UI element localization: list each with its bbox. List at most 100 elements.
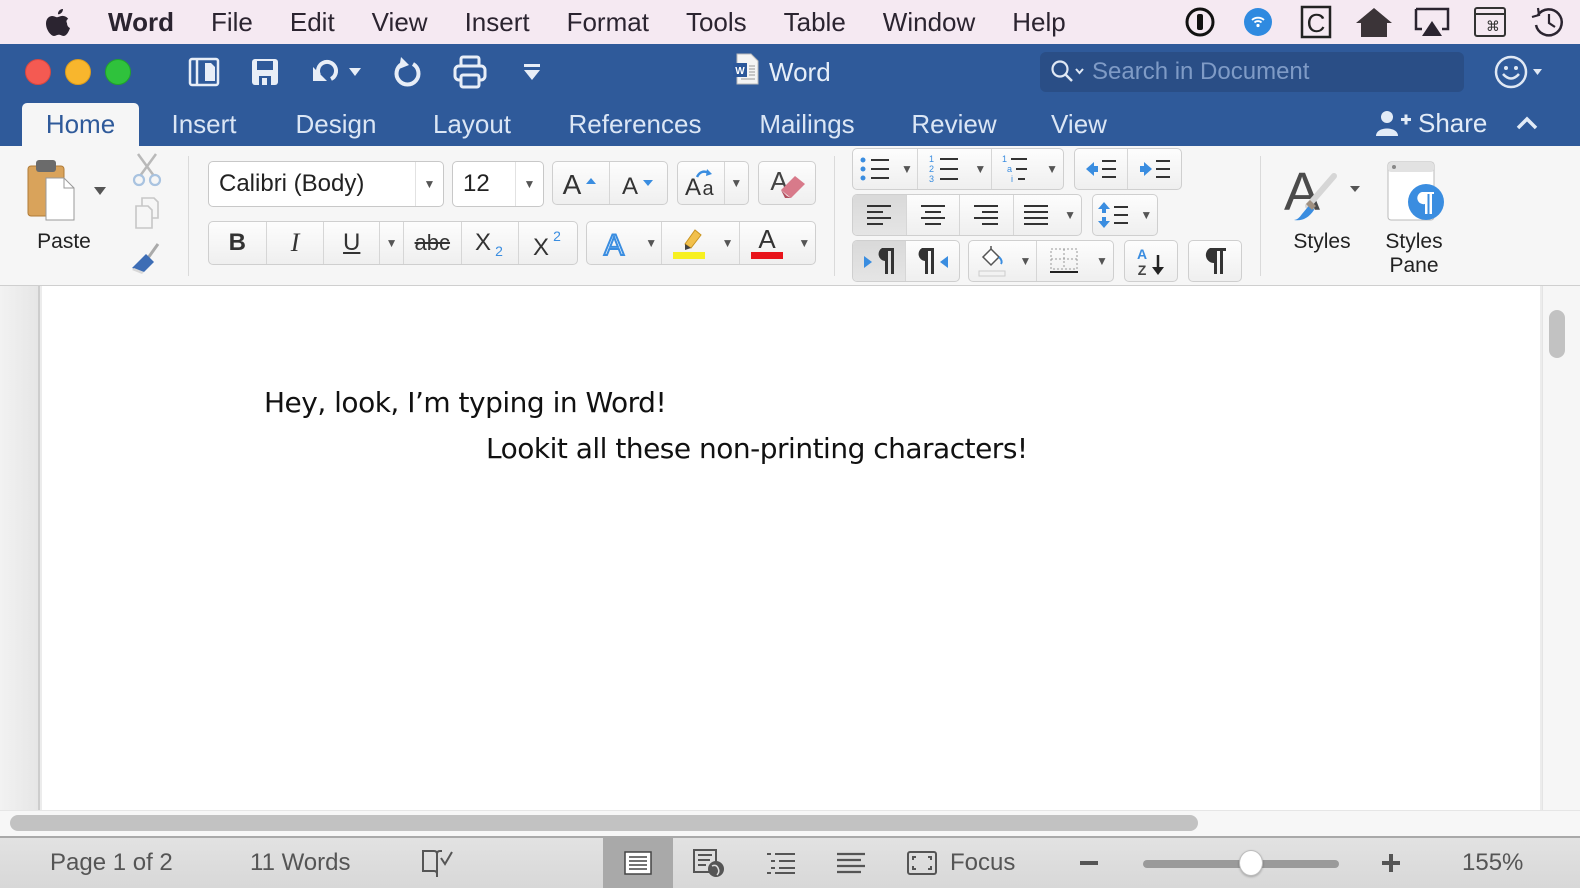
change-case-button[interactable]: Aa ▼ bbox=[677, 161, 749, 205]
bold-button[interactable]: B bbox=[209, 222, 267, 264]
align-left-button[interactable] bbox=[853, 195, 907, 235]
wifi-agent-icon[interactable] bbox=[1238, 5, 1278, 39]
chevron-down-icon[interactable]: ▼ bbox=[415, 162, 443, 206]
bullets-caret-icon[interactable]: ▼ bbox=[897, 149, 919, 189]
paste-button[interactable] bbox=[24, 156, 84, 226]
menu-file[interactable]: File bbox=[211, 7, 253, 38]
share-button[interactable]: Share bbox=[1376, 104, 1487, 142]
tab-insert[interactable]: Insert bbox=[150, 103, 258, 146]
borders-button[interactable] bbox=[1037, 241, 1091, 281]
zoom-out-button[interactable] bbox=[1078, 838, 1100, 888]
highlight-color-button[interactable] bbox=[662, 222, 716, 264]
print-icon[interactable] bbox=[450, 52, 490, 92]
close-window-button[interactable] bbox=[25, 59, 51, 85]
numbering-button[interactable]: 123 bbox=[918, 149, 970, 189]
line-spacing-caret-icon[interactable]: ▼ bbox=[1136, 195, 1157, 235]
borders-caret-icon[interactable]: ▼ bbox=[1091, 241, 1113, 281]
menu-tools[interactable]: Tools bbox=[686, 7, 747, 38]
clear-formatting-eraser-icon[interactable]: A bbox=[759, 162, 815, 204]
tab-mailings[interactable]: Mailings bbox=[742, 103, 872, 146]
redo-icon[interactable] bbox=[388, 52, 428, 92]
time-machine-icon[interactable] bbox=[1528, 5, 1568, 39]
keyboard-shortcuts-icon[interactable]: ⌘ bbox=[1470, 5, 1510, 39]
tab-home[interactable]: Home bbox=[22, 103, 139, 146]
change-case-caret-icon[interactable]: ▼ bbox=[725, 162, 748, 204]
focus-mode-button[interactable]: Focus bbox=[906, 838, 1015, 888]
shading-caret-icon[interactable]: ▼ bbox=[1015, 241, 1037, 281]
zoom-percentage[interactable]: 155% bbox=[1462, 838, 1523, 888]
search-icon[interactable] bbox=[1050, 59, 1092, 85]
cut-scissors-icon[interactable] bbox=[130, 152, 164, 188]
subscript-button[interactable]: X2 bbox=[462, 222, 520, 264]
menu-format[interactable]: Format bbox=[567, 7, 649, 38]
menu-view[interactable]: View bbox=[372, 7, 428, 38]
sort-az-icon[interactable]: AZ bbox=[1125, 241, 1177, 281]
document-line-2[interactable]: Lookit all these non-printing characters… bbox=[486, 432, 1028, 465]
align-center-button[interactable] bbox=[907, 195, 961, 235]
shading-button[interactable] bbox=[969, 241, 1015, 281]
menu-help[interactable]: Help bbox=[1012, 7, 1065, 38]
underline-button[interactable]: U bbox=[324, 222, 381, 264]
vertical-scroll-thumb[interactable] bbox=[1549, 310, 1565, 358]
search-input[interactable] bbox=[1092, 58, 1452, 86]
save-icon[interactable] bbox=[245, 52, 285, 92]
customize-toolbar-icon[interactable] bbox=[512, 52, 552, 92]
clear-formatting-button[interactable]: A bbox=[758, 161, 816, 205]
sidebar-toggle-icon[interactable] bbox=[184, 52, 224, 92]
horizontal-scrollbar[interactable] bbox=[0, 810, 1580, 836]
feedback-smiley-icon[interactable] bbox=[1494, 53, 1550, 91]
styles-pane-button[interactable] bbox=[1382, 160, 1448, 224]
zoom-window-button[interactable] bbox=[105, 59, 131, 85]
line-spacing-icon[interactable] bbox=[1093, 195, 1136, 235]
multilevel-list-button[interactable]: 1ai bbox=[992, 149, 1042, 189]
highlight-caret-icon[interactable]: ▼ bbox=[716, 222, 740, 264]
format-painter-icon[interactable] bbox=[128, 242, 164, 276]
horizontal-scroll-thumb[interactable] bbox=[10, 815, 1198, 831]
clipboard-c-icon[interactable]: C bbox=[1296, 5, 1336, 39]
justify-button[interactable] bbox=[1014, 195, 1060, 235]
multilevel-caret-icon[interactable]: ▼ bbox=[1041, 149, 1063, 189]
airplay-icon[interactable] bbox=[1412, 5, 1452, 39]
text-effects-button[interactable]: A bbox=[587, 222, 641, 264]
home-icon[interactable] bbox=[1354, 5, 1394, 39]
print-layout-view-button[interactable] bbox=[603, 838, 673, 888]
underline-caret-icon[interactable]: ▼ bbox=[380, 222, 404, 264]
pilcrow-icon[interactable] bbox=[1189, 241, 1241, 281]
font-color-caret-icon[interactable]: ▼ bbox=[794, 222, 815, 264]
decrease-font-size-button[interactable]: A bbox=[610, 162, 667, 204]
text-effects-caret-icon[interactable]: ▼ bbox=[641, 222, 663, 264]
collapse-ribbon-chevron-up-icon[interactable] bbox=[1512, 108, 1542, 138]
show-formatting-marks-button[interactable] bbox=[1188, 240, 1242, 282]
increase-indent-button[interactable] bbox=[1128, 149, 1181, 189]
decrease-indent-button[interactable] bbox=[1075, 149, 1129, 189]
chevron-down-icon[interactable]: ▼ bbox=[515, 162, 543, 206]
tab-review[interactable]: Review bbox=[898, 103, 1010, 146]
word-count[interactable]: 11 Words bbox=[250, 838, 351, 888]
paste-options-caret-icon[interactable] bbox=[94, 182, 108, 196]
vertical-scrollbar[interactable] bbox=[1542, 286, 1580, 810]
align-right-button[interactable] bbox=[960, 195, 1014, 235]
right-to-left-button[interactable] bbox=[906, 241, 959, 281]
font-size-dropdown[interactable]: 12 ▼ bbox=[452, 161, 544, 207]
document-line-1[interactable]: Hey, look, I’m typing in Word! bbox=[264, 386, 667, 419]
superscript-button[interactable]: X2 bbox=[519, 222, 577, 264]
search-in-document[interactable] bbox=[1040, 52, 1464, 92]
zoom-in-button[interactable] bbox=[1380, 838, 1402, 888]
web-layout-view-button[interactable] bbox=[674, 838, 744, 888]
change-case-icon[interactable]: Aa bbox=[678, 162, 725, 204]
tab-references[interactable]: References bbox=[552, 103, 718, 146]
tab-layout[interactable]: Layout bbox=[418, 103, 526, 146]
bullets-button[interactable] bbox=[853, 149, 897, 189]
sort-button[interactable]: AZ bbox=[1124, 240, 1178, 282]
strikethrough-button[interactable]: abc bbox=[404, 222, 462, 264]
page-count[interactable]: Page 1 of 2 bbox=[50, 838, 173, 888]
tab-view[interactable]: View bbox=[1036, 103, 1122, 146]
undo-dropdown-icon[interactable] bbox=[343, 52, 367, 92]
increase-font-size-button[interactable]: A bbox=[553, 162, 611, 204]
minimize-window-button[interactable] bbox=[65, 59, 91, 85]
font-color-button[interactable]: A bbox=[740, 222, 794, 264]
menu-table[interactable]: Table bbox=[784, 7, 846, 38]
apple-menu-icon[interactable] bbox=[38, 6, 78, 38]
menu-app-word[interactable]: Word bbox=[108, 7, 174, 38]
undo-icon[interactable] bbox=[305, 52, 345, 92]
